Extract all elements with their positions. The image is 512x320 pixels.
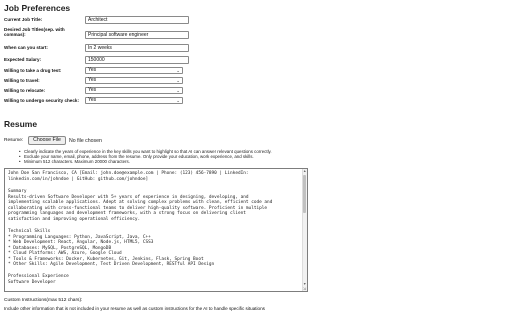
desired-job-titles-label: Desired Job Titles(sep. with commas): [4, 27, 65, 38]
resume-text-line: Professional Experience [8, 274, 69, 279]
resume-text-line: * Cloud Platforms: AWS, Azure, Google Cl… [8, 251, 122, 256]
drug-test-select[interactable]: Yes ⌄ [85, 66, 183, 74]
relocate-label: Willing to relocate: [4, 88, 46, 93]
resume-instruction: Minimum 512 characters. Maximum 20000 ch… [19, 159, 130, 164]
resume-text-line: linkedin.com/in/johndoe | GitHub: github… [8, 176, 149, 182]
travel-value: Yes [88, 76, 97, 83]
security-check-label: Willing to undergo security check: [4, 98, 80, 103]
resume-text-line: * Databases: MySQL, PostgreSQL, MongoDB [8, 245, 112, 251]
resume-text-line: * Web Development: React, Angular, Node.… [8, 240, 154, 245]
start-date-label: When can you start: [4, 45, 48, 50]
resume-text-line: programming languages and development fr… [8, 211, 246, 216]
job-preferences-heading: Job Preferences [4, 3, 71, 13]
textarea-scrollbar[interactable]: ▲ ▼ [302, 169, 307, 291]
file-status: No file chosen [69, 137, 102, 144]
drug-test-label: Willing to take a drug test: [4, 68, 62, 73]
resume-text-line: John Doe San Francisco, CA [Email: john.… [8, 171, 249, 176]
resume-text-line: collaborating with cross-functional team… [8, 205, 268, 211]
travel-label: Willing to travel: [4, 78, 40, 83]
resume-text-line: Summary [8, 189, 27, 194]
security-check-value: Yes [88, 96, 97, 103]
custom-instructions-label: Custom Instructions(max 512 chars): [4, 298, 83, 303]
resume-text-line: * Other Skills: Agile Development, Test … [8, 262, 215, 267]
custom-instructions-help: Include other information that is not in… [4, 306, 265, 311]
drug-test-value: Yes [88, 66, 97, 73]
resume-text-line: Results-driven Software Developer with 5… [8, 194, 249, 200]
chevron-down-icon: ⌄ [176, 77, 180, 83]
security-check-select[interactable]: Yes ⌄ [85, 96, 183, 104]
relocate-select[interactable]: Yes ⌄ [85, 86, 183, 94]
relocate-value: Yes [88, 86, 97, 93]
travel-select[interactable]: Yes ⌄ [85, 76, 183, 84]
resume-heading: Resume [4, 119, 38, 129]
resume-text-line: Technical Skills [8, 229, 51, 234]
expected-salary-input[interactable]: 150000 [85, 55, 189, 64]
resume-textarea[interactable]: John Doe San Francisco, CA [Email: john.… [4, 168, 308, 292]
resume-text-line: implementing scalable applications. Adep… [8, 200, 273, 205]
scroll-up-icon[interactable]: ▲ [303, 169, 306, 173]
chevron-down-icon: ⌄ [176, 97, 180, 103]
expected-salary-label: Expected Salary: [4, 57, 42, 62]
current-job-title-label: Current Job Title: [4, 17, 43, 22]
desired-job-titles-input[interactable]: Principal software engineer [85, 30, 189, 39]
chevron-down-icon: ⌄ [176, 87, 180, 93]
resize-handle-icon[interactable]: ⇲ [302, 286, 307, 291]
choose-file-button[interactable]: Choose File [28, 136, 66, 145]
current-job-title-input[interactable]: Architect [85, 15, 189, 24]
chevron-down-icon: ⌄ [176, 67, 180, 73]
resume-label: Resume: [4, 138, 24, 143]
scrollbar-thumb[interactable] [303, 175, 306, 213]
resume-text-line: * Programming Languages: Python, JavaScr… [8, 234, 151, 240]
start-date-input[interactable]: In 2 weeks [85, 43, 189, 52]
resume-text-line: Software Developer [8, 279, 56, 285]
resume-text-line: satisfaction and improving operational e… [8, 216, 141, 222]
resume-text-line: * Tools & Frameworks: Docker, Kubernetes… [8, 256, 204, 262]
